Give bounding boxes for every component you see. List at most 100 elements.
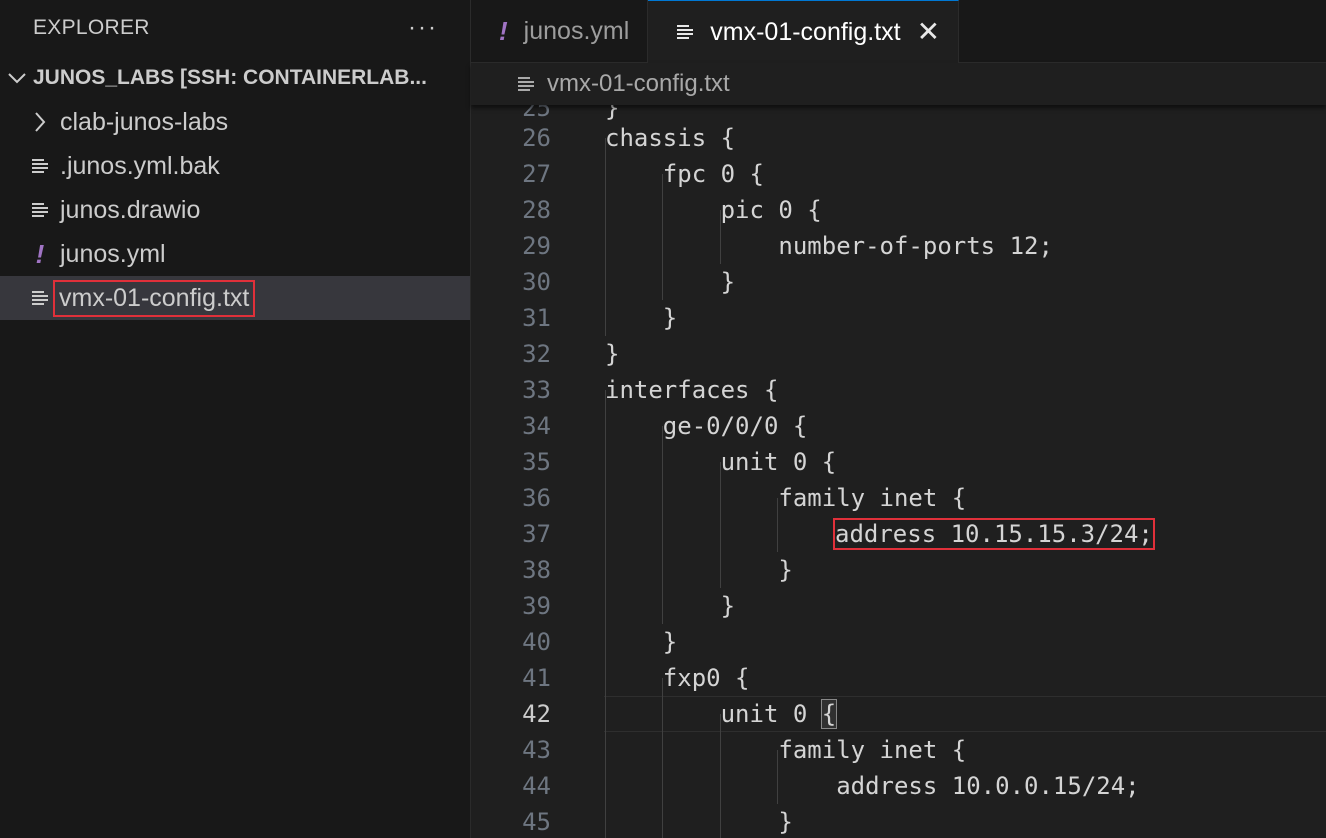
code-line: 35 unit 0 { — [471, 444, 1326, 480]
indent-guide — [605, 390, 606, 838]
code-line: 39 } — [471, 588, 1326, 624]
code-text-part: unit 0 — [605, 700, 822, 728]
code-text: family inet { — [605, 484, 967, 512]
workspace-root-folder[interactable]: JUNOS_LABS [SSH: CONTAINERLAB... — [0, 56, 470, 100]
tab-label: junos.yml — [523, 16, 630, 45]
code-text: } — [605, 304, 678, 332]
tree-item-clab-junos-labs[interactable]: clab-junos-labs — [0, 100, 470, 144]
yaml-file-icon: ! — [35, 238, 45, 269]
line-number: 44 — [522, 772, 551, 800]
line-number: 41 — [522, 664, 551, 692]
code-line: 41 fxp0 { — [471, 660, 1326, 696]
code-text: chassis { — [605, 124, 736, 152]
tab-vmx-01-config[interactable]: vmx-01-config.txt ✕ — [648, 0, 960, 63]
code-text: family inet { — [605, 736, 967, 764]
tree-item-vmx-01-config[interactable]: vmx-01-config.txt — [0, 276, 470, 320]
text-file-icon — [676, 24, 694, 40]
indent-guide — [605, 138, 606, 336]
yaml-file-icon: ! — [499, 15, 508, 46]
tree-item-junos-drawio[interactable]: junos.drawio — [0, 188, 470, 232]
code-line: 32 } — [471, 336, 1326, 372]
code-line: 31 } — [471, 300, 1326, 336]
line-number: 29 — [522, 232, 551, 260]
code-line: 30 } — [471, 264, 1326, 300]
indent-guide — [720, 210, 721, 264]
line-number: 26 — [522, 124, 551, 152]
tree-item-label: junos.yml — [60, 239, 166, 268]
code-text: interfaces { — [605, 376, 779, 404]
line-number: 30 — [522, 268, 551, 296]
tree-item-label: .junos.yml.bak — [60, 151, 220, 180]
text-file-icon — [28, 202, 52, 218]
tree-item-junos-yml-bak[interactable]: .junos.yml.bak — [0, 144, 470, 188]
workspace-root-label: JUNOS_LABS [SSH: CONTAINERLAB... — [33, 66, 427, 89]
line-number: 42 — [522, 700, 551, 728]
explorer-title: EXPLORER — [33, 16, 150, 39]
editor-tab-bar: ! junos.yml vmx-01-config.txt ✕ — [471, 0, 1326, 63]
current-code-line: 42 unit 0 { — [471, 696, 1326, 732]
indent-guide — [662, 678, 663, 838]
code-line: 38 } — [471, 552, 1326, 588]
indent-guide — [777, 750, 778, 804]
code-line: 36 family inet { — [471, 480, 1326, 516]
line-number: 36 — [522, 484, 551, 512]
indent-guide — [720, 714, 721, 838]
code-text: number-of-ports 12; — [605, 232, 1053, 260]
tree-item-junos-yml[interactable]: ! junos.yml — [0, 232, 470, 276]
code-line: 43 family inet { — [471, 732, 1326, 768]
line-number: 39 — [522, 592, 551, 620]
indent-guide — [662, 174, 663, 300]
code-line: 28 pic 0 { — [471, 192, 1326, 228]
breadcrumb-file[interactable]: vmx-01-config.txt — [547, 70, 730, 98]
code-editor[interactable]: 25 } 26 chassis { 27 fpc 0 { 28 pic 0 { … — [471, 105, 1326, 838]
code-line: 45 } — [471, 804, 1326, 838]
text-file-icon — [28, 158, 52, 174]
more-actions-icon[interactable]: ··· — [408, 16, 438, 40]
explorer-sidebar: EXPLORER ··· JUNOS_LABS [SSH: CONTAINERL… — [0, 0, 471, 838]
breadcrumb: vmx-01-config.txt — [471, 63, 1326, 105]
chevron-down-icon — [4, 72, 30, 84]
code-text: ge-0/0/0 { — [605, 412, 808, 440]
code-line: 44 address 10.0.0.15/24; — [471, 768, 1326, 804]
text-file-icon — [28, 290, 52, 306]
tab-junos-yml[interactable]: ! junos.yml — [471, 0, 649, 62]
text-file-icon — [517, 76, 535, 92]
line-number: 38 — [522, 556, 551, 584]
code-line: 27 fpc 0 { — [471, 156, 1326, 192]
code-text: } — [605, 556, 793, 584]
line-number: 35 — [522, 448, 551, 476]
line-number: 31 — [522, 304, 551, 332]
matching-bracket: { — [820, 699, 838, 729]
tree-item-label: clab-junos-labs — [60, 107, 229, 136]
line-number: 27 — [522, 160, 551, 188]
code-text: fxp0 { — [605, 664, 750, 692]
line-number: 37 — [522, 520, 551, 548]
code-text: } — [605, 268, 736, 296]
code-text: address 10.0.0.15/24; — [605, 772, 1140, 800]
highlighted-address-line: address 10.15.15.3/24; — [833, 516, 1155, 552]
code-text: } — [605, 340, 620, 368]
line-number: 40 — [522, 628, 551, 656]
code-text: address 10.15.15.3/24; — [833, 518, 1155, 550]
line-number: 32 — [522, 340, 551, 368]
indent-guide — [777, 498, 778, 552]
code-text: fpc 0 { — [605, 160, 764, 188]
code-text: pic 0 { — [605, 196, 822, 224]
explorer-header: EXPLORER ··· — [0, 0, 470, 56]
tab-label: vmx-01-config.txt — [710, 17, 901, 46]
tree-item-label: junos.drawio — [60, 195, 201, 224]
indent-guide — [662, 426, 663, 624]
chevron-right-icon — [28, 112, 52, 132]
code-line: 34 ge-0/0/0 { — [471, 408, 1326, 444]
code-text: } — [605, 628, 678, 656]
line-number: 33 — [522, 376, 551, 404]
line-number: 28 — [522, 196, 551, 224]
code-text: } — [605, 808, 793, 836]
line-number: 43 — [522, 736, 551, 764]
close-icon[interactable]: ✕ — [917, 18, 940, 46]
line-number: 45 — [522, 808, 551, 836]
code-line: 40 } — [471, 624, 1326, 660]
code-line: 37 address 10.15.15.3/24; — [471, 516, 1326, 552]
code-line: 26 chassis { — [471, 120, 1326, 156]
tree-item-label: vmx-01-config.txt — [52, 279, 256, 317]
